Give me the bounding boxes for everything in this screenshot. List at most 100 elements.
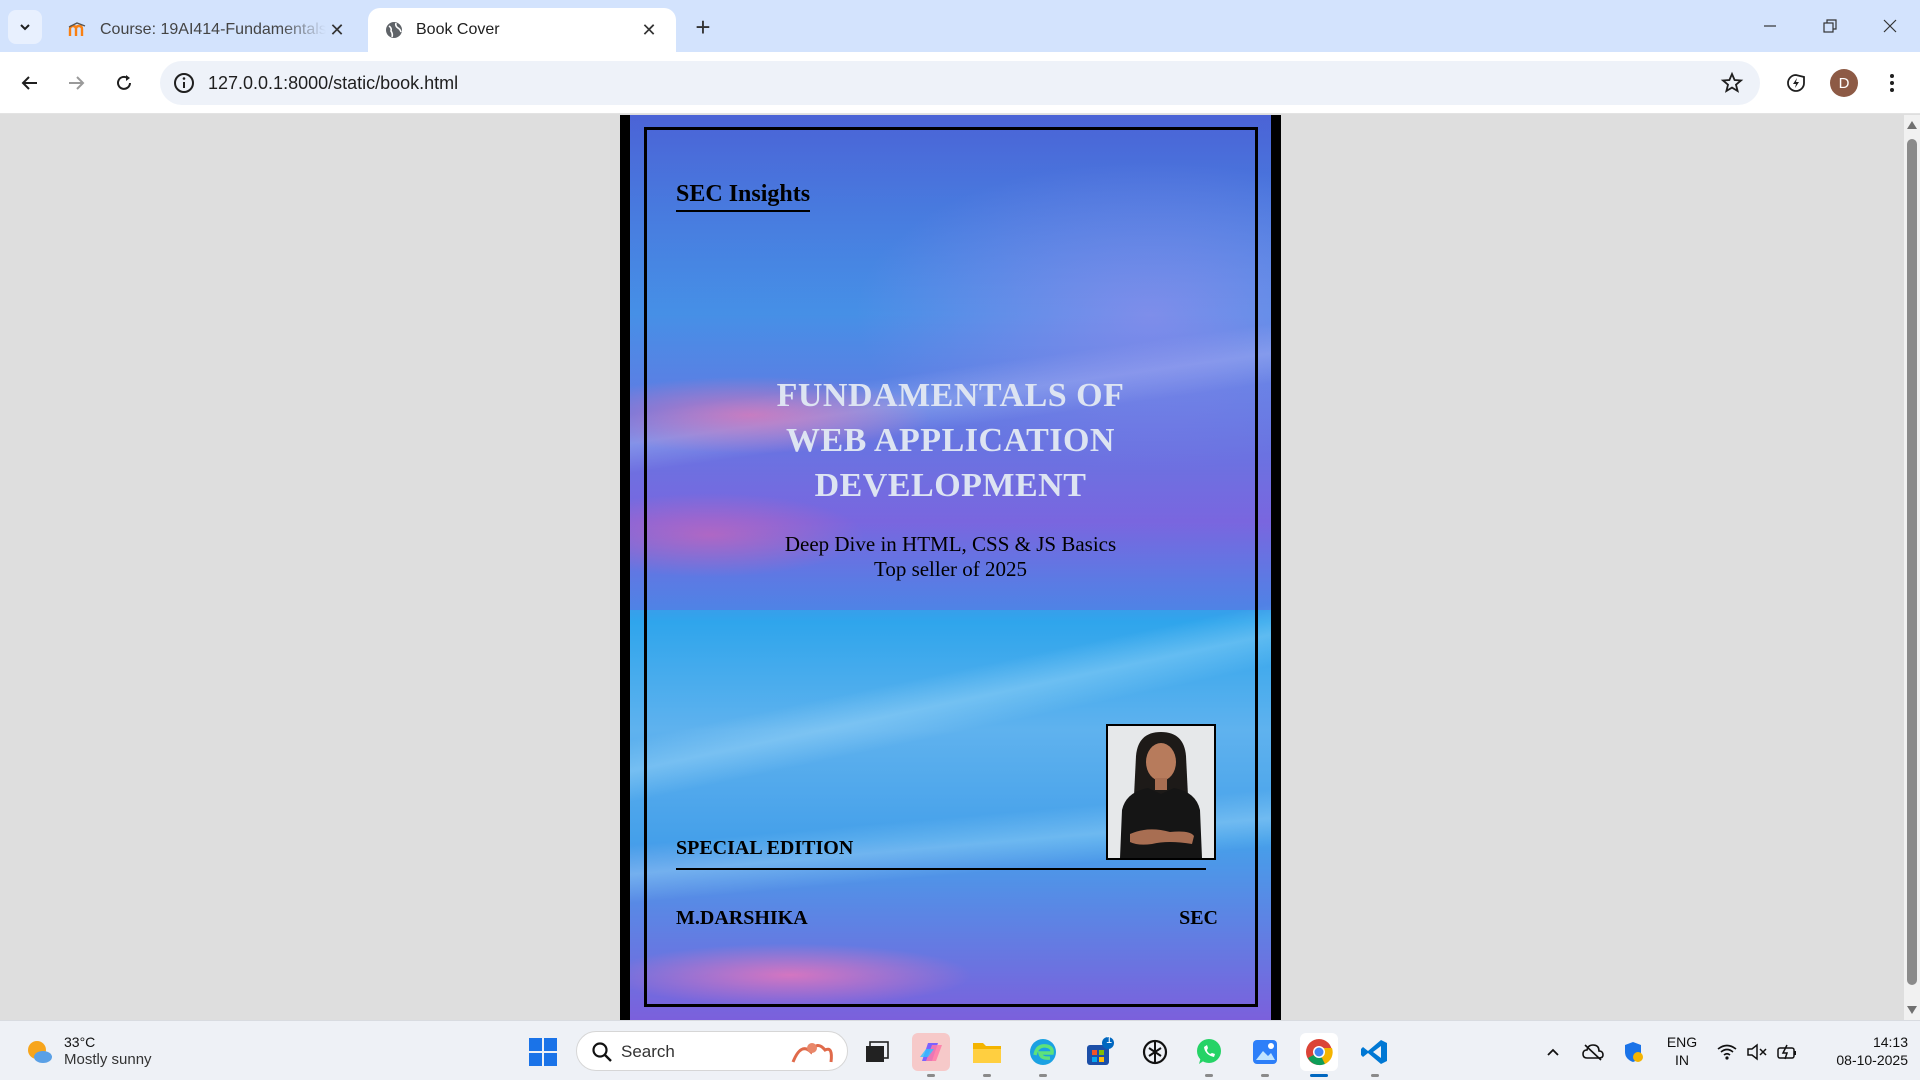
- clock-time: 14:13: [1872, 1034, 1908, 1050]
- battery-status[interactable]: [1776, 1041, 1798, 1063]
- subtitle-line: Deep Dive in HTML, CSS & JS Basics: [784, 532, 1117, 556]
- tab-course[interactable]: Course: 19AI414-Fundamentals of Web Appl…: [52, 8, 364, 52]
- bookmark-star-icon[interactable]: [1720, 71, 1744, 95]
- brand-name: SEC Insights: [676, 181, 811, 212]
- battery-charging-icon: [1777, 1044, 1796, 1060]
- minimize-icon: [1764, 25, 1776, 27]
- region-code: IN: [1675, 1052, 1689, 1068]
- clock-date: 08-10-2025: [1836, 1052, 1908, 1068]
- weather-condition: Mostly sunny: [64, 1051, 152, 1068]
- copilot-app[interactable]: [912, 1033, 950, 1077]
- close-icon[interactable]: ✕: [638, 19, 660, 41]
- volume-muted-icon: [1747, 1043, 1767, 1061]
- clock[interactable]: 14:13 08-10-2025: [1812, 1033, 1908, 1069]
- plus-icon: +: [695, 11, 711, 42]
- minimize-button[interactable]: [1740, 0, 1800, 52]
- search-icon: [592, 1042, 612, 1062]
- chrome-app[interactable]: [1300, 1033, 1338, 1077]
- restore-icon: [1823, 19, 1837, 33]
- tab-title: Book Cover: [416, 21, 500, 38]
- tab-search-button[interactable]: [8, 10, 42, 44]
- wifi-status[interactable]: [1716, 1041, 1738, 1063]
- extensions-button[interactable]: [1778, 65, 1814, 101]
- new-tab-button[interactable]: +: [688, 12, 718, 42]
- edge-icon: [1030, 1039, 1056, 1065]
- arrow-right-icon: [69, 76, 85, 90]
- whatsapp-app[interactable]: [1190, 1033, 1228, 1077]
- chevron-up-icon: [1547, 1048, 1559, 1056]
- page-viewport: SEC Insights FUNDAMENTALS OF WEB APPLICA…: [0, 115, 1904, 1020]
- shield-warning-icon: [1625, 1042, 1643, 1062]
- chatgpt-app[interactable]: [1136, 1033, 1174, 1071]
- weather-widget[interactable]: 33°C Mostly sunny: [24, 1033, 152, 1069]
- book-title: FUNDAMENTALS OF WEB APPLICATION DEVELOPM…: [630, 373, 1271, 508]
- edition-label: SPECIAL EDITION: [676, 837, 854, 859]
- reload-button[interactable]: [106, 65, 142, 101]
- book-cover-container: SEC Insights FUNDAMENTALS OF WEB APPLICA…: [620, 115, 1281, 1020]
- security-status[interactable]: [1622, 1041, 1644, 1063]
- divider: [676, 868, 1206, 870]
- vscode-icon: [1361, 1040, 1387, 1064]
- vscode-app[interactable]: [1356, 1033, 1394, 1077]
- book-subtitle: Deep Dive in HTML, CSS & JS Basics Top s…: [630, 532, 1271, 582]
- book-cover: SEC Insights FUNDAMENTALS OF WEB APPLICA…: [630, 115, 1271, 1020]
- tab-title: Course: 19AI414-Fundamentals of Web Appl…: [100, 21, 326, 38]
- kebab-menu-icon: [1890, 74, 1894, 92]
- photos-icon: [1253, 1040, 1277, 1064]
- close-icon[interactable]: ✕: [326, 19, 348, 41]
- performance-icon: [1787, 74, 1805, 92]
- book-title-line: FUNDAMENTALS OF: [776, 377, 1125, 414]
- site-info-icon[interactable]: [172, 71, 196, 95]
- cloud-offline-icon: [1582, 1044, 1604, 1061]
- book-title-line: WEB APPLICATION: [786, 422, 1115, 459]
- partly-sunny-icon: [28, 1041, 52, 1063]
- store-badge: 1: [1106, 1034, 1113, 1046]
- book-title-line: DEVELOPMENT: [814, 467, 1087, 504]
- copilot-icon: [920, 1043, 942, 1061]
- weather-temperature: 33°C: [64, 1034, 96, 1050]
- file-explorer-app[interactable]: [968, 1033, 1006, 1077]
- tab-strip: Course: 19AI414-Fundamentals of Web Appl…: [0, 0, 1920, 52]
- vertical-scrollbar[interactable]: [1904, 115, 1920, 1020]
- reload-icon: [117, 75, 131, 90]
- browser-toolbar: 127.0.0.1:8000/static/book.html D: [0, 52, 1920, 114]
- back-button[interactable]: [12, 65, 48, 101]
- taskbar-search[interactable]: Search: [576, 1031, 848, 1071]
- scroll-thumb[interactable]: [1907, 139, 1917, 985]
- arrow-left-icon: [21, 76, 37, 90]
- chrome-icon: [1306, 1039, 1333, 1066]
- author-portrait-image: [1108, 726, 1214, 858]
- wifi-icon: [1717, 1044, 1737, 1060]
- url-text[interactable]: 127.0.0.1:8000/static/book.html: [208, 73, 458, 94]
- address-bar[interactable]: 127.0.0.1:8000/static/book.html: [160, 61, 1760, 105]
- globe-icon: [384, 20, 404, 40]
- task-view-icon: [866, 1041, 889, 1062]
- close-window-button[interactable]: [1860, 0, 1920, 52]
- scroll-down-arrow[interactable]: [1907, 1006, 1917, 1014]
- onedrive-status[interactable]: [1582, 1041, 1604, 1063]
- store-app[interactable]: 1: [1080, 1033, 1118, 1071]
- edge-app[interactable]: [1024, 1033, 1062, 1077]
- author-photo: [1106, 724, 1216, 860]
- windows-logo-icon: [529, 1038, 557, 1066]
- restore-button[interactable]: [1800, 0, 1860, 52]
- tab-book-cover[interactable]: Book Cover ✕: [368, 8, 676, 52]
- language-indicator[interactable]: ENG IN: [1662, 1033, 1702, 1069]
- volume-status[interactable]: [1746, 1041, 1768, 1063]
- folder-icon: [973, 1043, 1001, 1063]
- whatsapp-icon: [1197, 1039, 1221, 1064]
- windows-taskbar: 33°C Mostly sunny Search 1 ENG IN 14:13 …: [0, 1020, 1920, 1080]
- task-view-button[interactable]: [858, 1033, 896, 1071]
- language-code: ENG: [1666, 1034, 1698, 1050]
- chatgpt-icon: [1142, 1039, 1168, 1065]
- show-hidden-icons-button[interactable]: [1542, 1041, 1564, 1063]
- subtitle-line: Top seller of 2025: [873, 557, 1028, 581]
- search-highlight-icon: [791, 1043, 833, 1063]
- menu-button[interactable]: [1874, 65, 1910, 101]
- profile-avatar[interactable]: D: [1830, 69, 1858, 97]
- forward-button[interactable]: [58, 65, 94, 101]
- scroll-up-arrow[interactable]: [1907, 121, 1917, 129]
- photos-app[interactable]: [1246, 1033, 1284, 1077]
- start-button[interactable]: [524, 1033, 562, 1071]
- publisher-name: SEC: [1179, 907, 1218, 929]
